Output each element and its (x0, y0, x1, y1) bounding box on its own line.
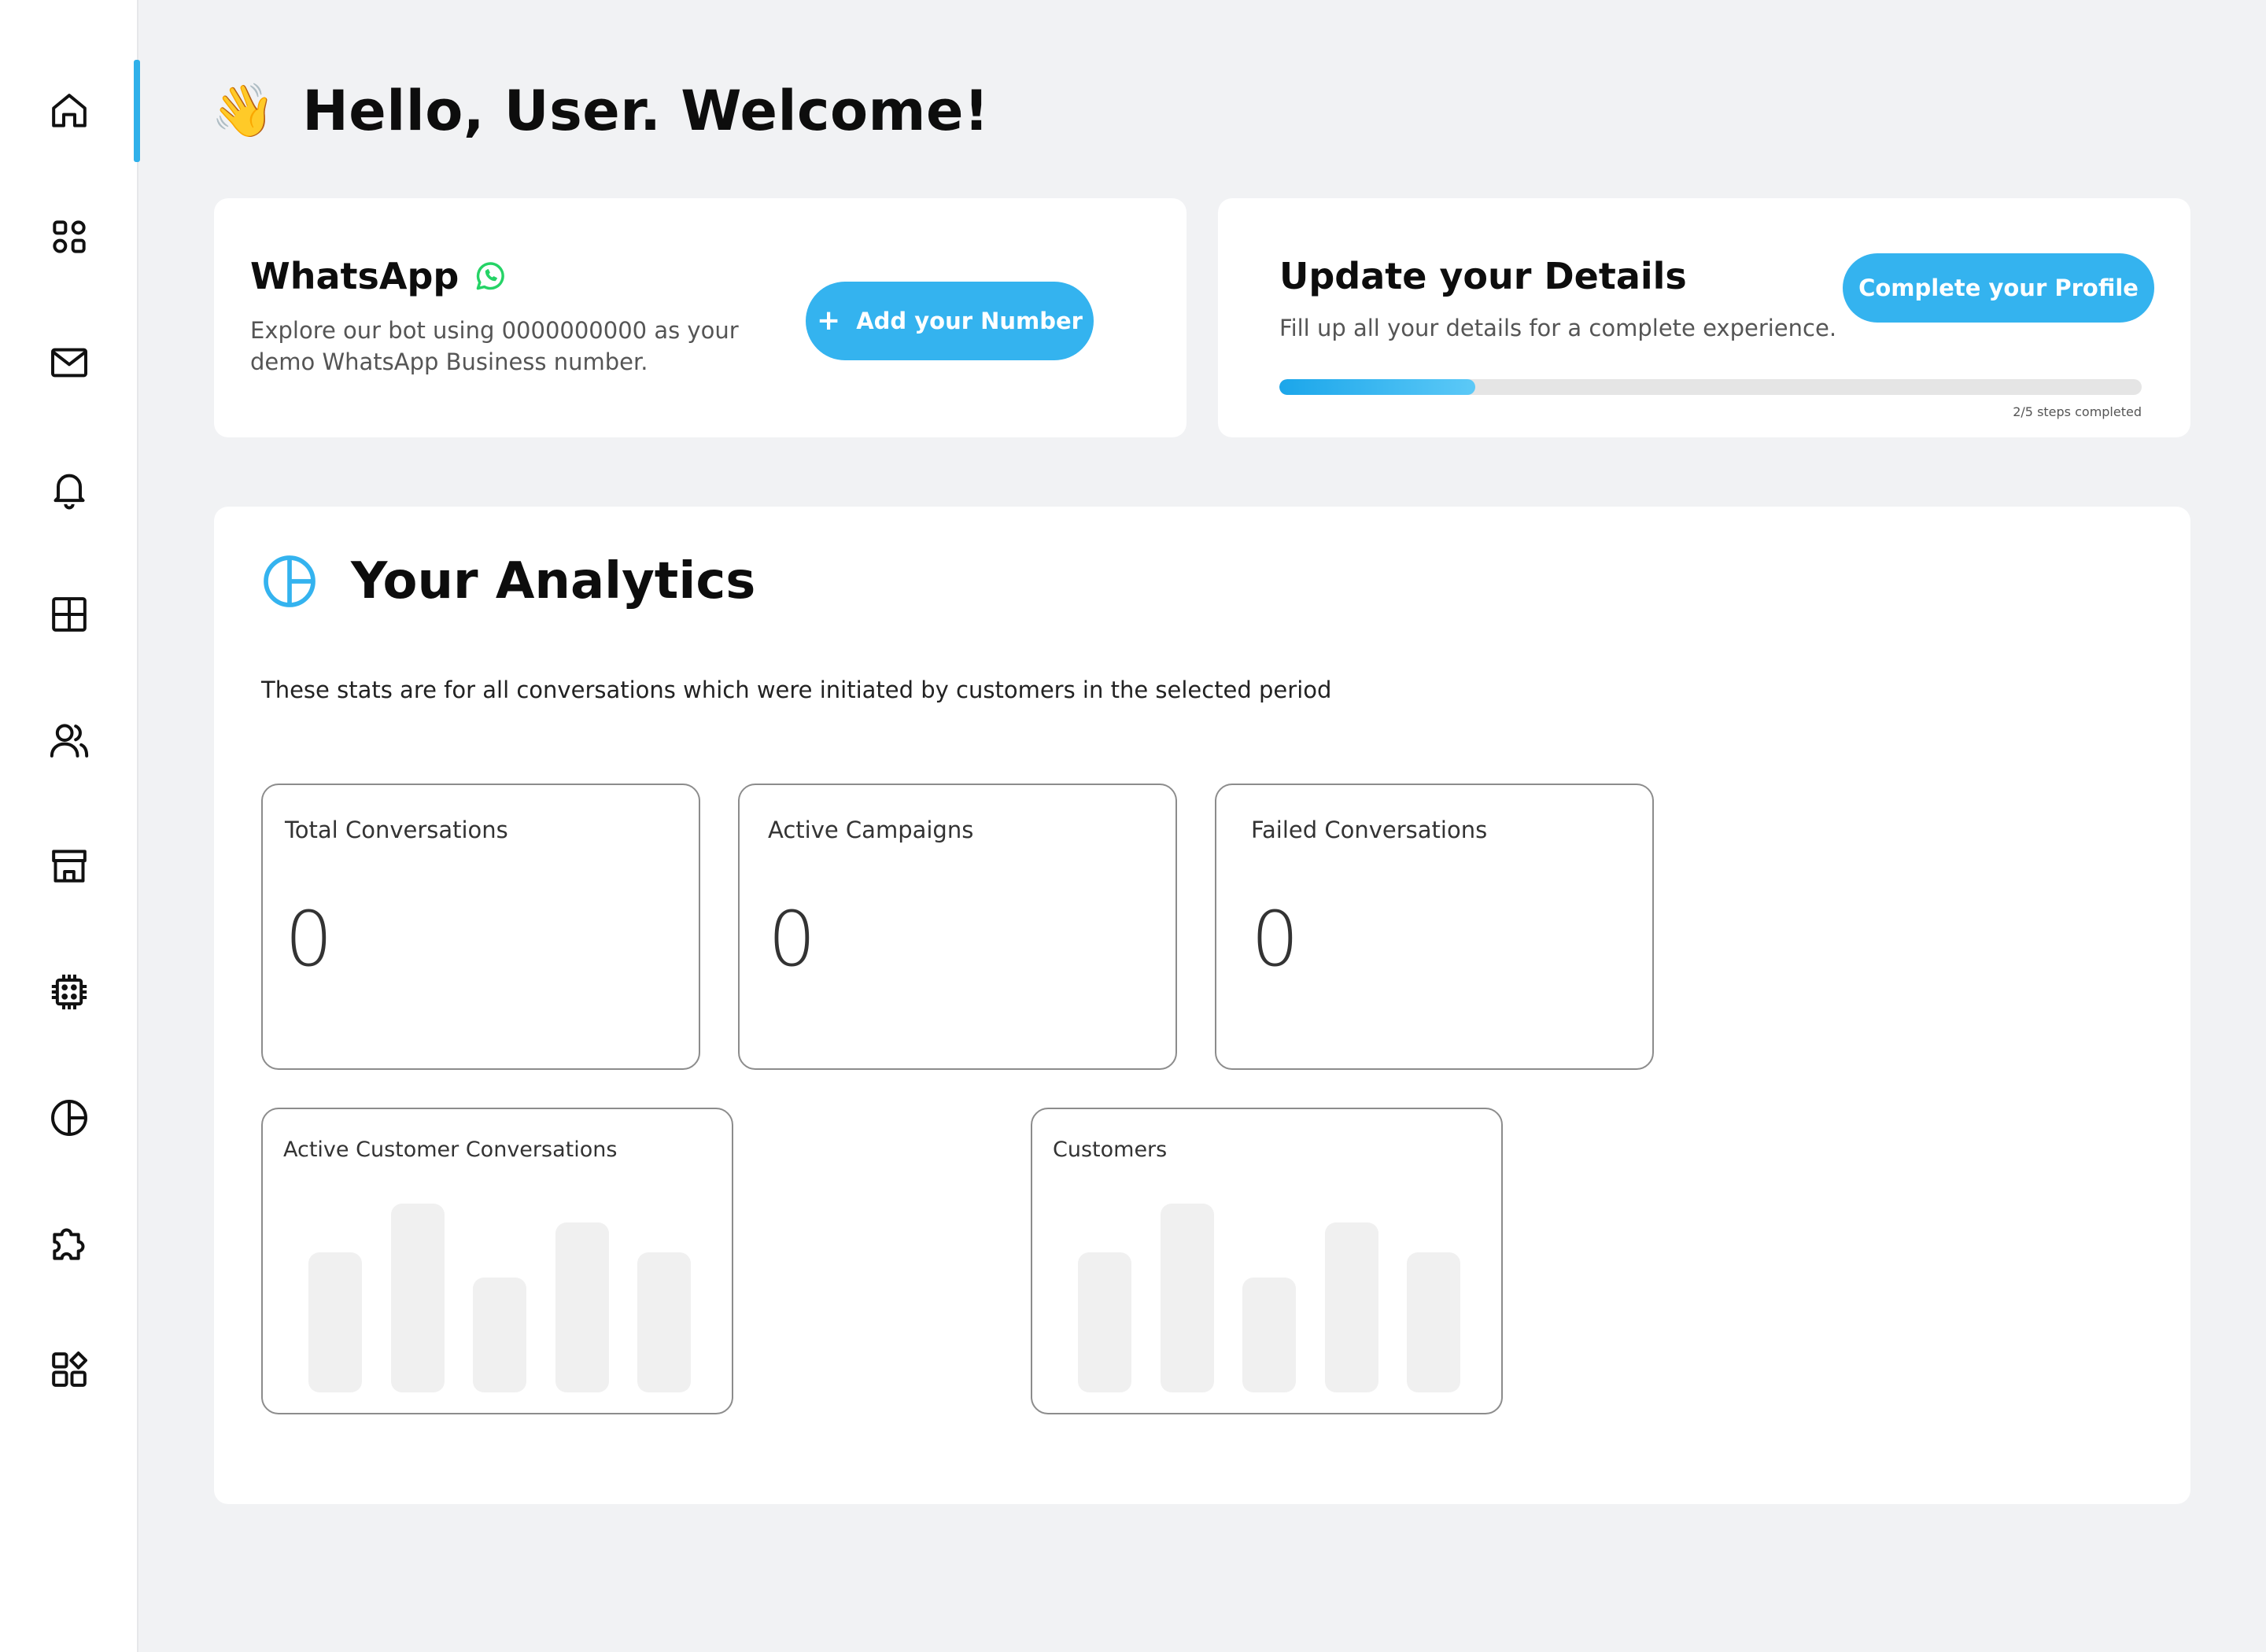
whatsapp-description: Explore our bot using 0000000000 as your… (250, 317, 739, 375)
sidebar-item-notifications[interactable] (0, 437, 138, 540)
home-icon (52, 94, 87, 127)
sidebar (0, 0, 140, 1652)
sidebar-item-contacts[interactable] (0, 689, 138, 791)
sidebar-item-apps[interactable] (0, 1318, 138, 1421)
sidebar-item-plugins[interactable] (0, 1193, 138, 1295)
sidebar-item-analytics[interactable] (0, 1067, 138, 1169)
add-number-label: Add your Number (856, 308, 1083, 334)
apps-icon (52, 1351, 87, 1387)
progress-label: 2/5 steps completed (2013, 404, 2142, 419)
stat-value: 0 (768, 895, 817, 983)
plus-icon: + (817, 304, 841, 337)
stat-value: 0 (285, 895, 334, 983)
chart-bar (308, 1252, 362, 1392)
chart-bar (1160, 1204, 1214, 1392)
complete-profile-button[interactable]: Complete your Profile (1843, 253, 2154, 323)
greeting: 👋 Hello, User. Welcome! (211, 79, 989, 143)
sidebar-item-store[interactable] (0, 815, 138, 917)
chart-placeholder-bars (1078, 1196, 1460, 1392)
profile-progress-fill (1279, 379, 1475, 395)
chart-bar (555, 1222, 609, 1392)
whatsapp-card: WhatsApp Explore our bot using 000000000… (214, 198, 1187, 437)
profile-progress-bar (1279, 379, 2142, 395)
chart-placeholder-bars (308, 1196, 691, 1392)
add-number-button[interactable]: + Add your Number (806, 282, 1094, 360)
sidebar-item-integrations[interactable] (0, 941, 138, 1043)
sidebar-item-dashboard[interactable] (0, 186, 138, 288)
stat-label: Active Campaigns (768, 817, 974, 843)
stat-card-total-conversations[interactable]: Total Conversations 0 (261, 784, 700, 1070)
grid-icon (53, 220, 86, 253)
update-details-title: Update your Details (1279, 255, 1687, 297)
chart-bar (637, 1252, 691, 1392)
users-icon (50, 724, 89, 758)
stat-value: 0 (1251, 895, 1300, 983)
chart-bar (1242, 1277, 1296, 1392)
chart-bar (1078, 1252, 1131, 1392)
wave-emoji: 👋 (211, 80, 276, 141)
update-details-card: Update your Details Fill up all your det… (1218, 198, 2190, 437)
main-content: 👋 Hello, User. Welcome! WhatsApp Explore… (138, 0, 2266, 1652)
chart-card-active-customer-conversations[interactable]: Active Customer Conversations (261, 1108, 733, 1414)
stat-card-active-campaigns[interactable]: Active Campaigns 0 (738, 784, 1177, 1070)
whatsapp-icon (477, 262, 505, 290)
page-title: Hello, User. Welcome! (302, 79, 990, 143)
whatsapp-title-row: WhatsApp (250, 255, 507, 297)
chart-label: Customers (1053, 1138, 1168, 1162)
chart-bar (390, 1204, 445, 1392)
store-icon (52, 850, 87, 883)
analytics-card: Your Analytics These stats are for all c… (214, 507, 2190, 1504)
chart-card-customers[interactable]: Customers (1031, 1108, 1503, 1414)
sidebar-item-messages[interactable] (0, 312, 138, 414)
sidebar-item-home[interactable] (0, 60, 140, 162)
analytics-description: These stats are for all conversations wh… (261, 677, 1332, 703)
bell-icon (54, 474, 85, 510)
chart-label: Active Customer Conversations (283, 1138, 618, 1162)
mail-icon (51, 348, 87, 378)
chart-bar (473, 1277, 526, 1392)
update-details-description: Fill up all your details for a complete … (1279, 315, 1837, 341)
whatsapp-title: WhatsApp (250, 255, 459, 297)
sidebar-item-templates[interactable] (0, 563, 138, 666)
analytics-title: Your Analytics (351, 552, 756, 610)
puzzle-icon (53, 1228, 85, 1260)
table-icon (52, 597, 87, 632)
stat-label: Failed Conversations (1251, 817, 1488, 843)
pie-chart-icon (51, 1100, 87, 1136)
stat-card-failed-conversations[interactable]: Failed Conversations 0 (1215, 784, 1654, 1070)
chip-icon (51, 974, 87, 1010)
analytics-pie-icon (264, 555, 316, 607)
analytics-header: Your Analytics (261, 552, 755, 610)
chart-bar (1324, 1222, 1378, 1392)
chart-bar (1407, 1252, 1460, 1392)
stat-label: Total Conversations (285, 817, 508, 843)
